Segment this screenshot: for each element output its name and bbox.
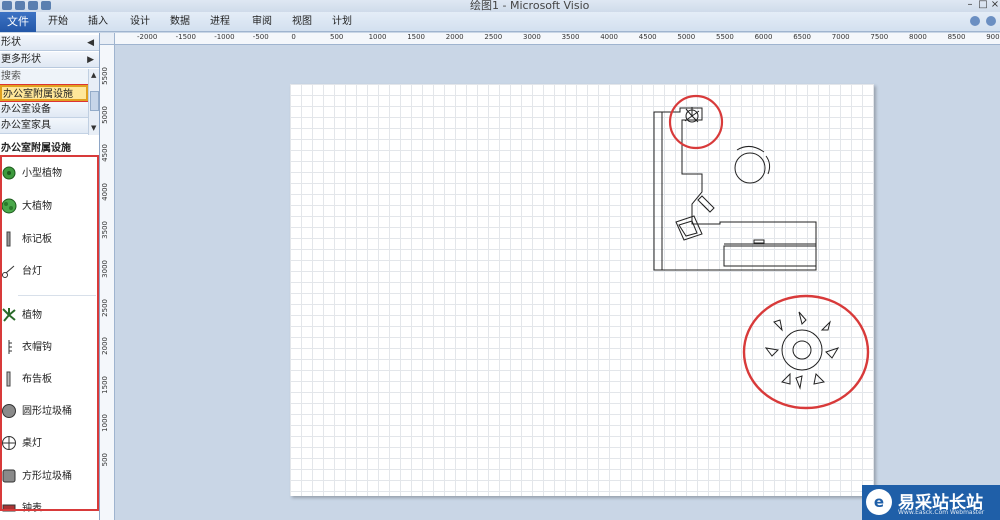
ruler-tick-label: 3000 [523, 33, 541, 41]
undo-icon[interactable] [28, 1, 38, 10]
ruler-tick-label: 5000 [101, 105, 109, 124]
ruler-tick-label: 1000 [101, 414, 109, 433]
shapes-panel-header[interactable]: 形状 ◀ [0, 35, 99, 51]
round-chair [734, 146, 771, 184]
redo-icon[interactable] [41, 1, 51, 10]
ruler-tick-label: 1500 [101, 375, 109, 394]
ruler-tick-label: 3500 [561, 33, 580, 41]
watermark-badge: e 易采站长站 Www.Easck.Com Webmaster [862, 485, 1000, 520]
ruler-tick-label: 2000 [445, 33, 464, 41]
scroll-up-icon[interactable]: ▲ [91, 71, 96, 79]
ruler-tick-label: -1000 [214, 33, 235, 41]
ruler-tick-label: 2500 [484, 33, 503, 41]
ruler-tick-label: 8000 [909, 33, 927, 41]
desk-chair [675, 215, 703, 241]
scroll-down-icon[interactable]: ▼ [91, 124, 96, 132]
watermark-sub: Www.Easck.Com Webmaster [898, 509, 985, 516]
maximize-button[interactable]: □ [977, 0, 989, 10]
annotation-highlight-box [0, 155, 99, 511]
title-bar: 绘图1 - Microsoft Visio – □ × [0, 0, 1000, 12]
search-shapes-item[interactable]: 搜索 [0, 69, 88, 85]
ruler-tick-label: 2500 [101, 298, 109, 317]
ruler-tick-label: 9000 [986, 33, 1000, 41]
tab-insert[interactable]: 插入 [84, 12, 112, 32]
minimize-button[interactable]: – [964, 0, 976, 10]
search-label: 搜索 [1, 71, 21, 82]
ruler-tick-label: 4500 [101, 144, 109, 163]
ruler-tick-label: 0 [291, 33, 296, 41]
shapes-panel-title: 形状 [1, 37, 21, 48]
tab-plan[interactable]: 计划 [328, 12, 356, 32]
ruler-tick-label: 7000 [831, 33, 850, 41]
ruler-tick-label: 4000 [101, 182, 109, 201]
more-shapes-item[interactable]: 更多形状 ▶ [0, 52, 99, 68]
vertical-ruler: 5500 5000 4500 4000 3500 3000 2500 2000 1500 1000… [100, 45, 115, 520]
ruler-tick-label: 5500 [716, 33, 734, 41]
ruler-tick-label: 500 [101, 453, 109, 467]
ruler-tick-label: 1500 [407, 33, 426, 41]
ruler-tick-label: 500 [330, 33, 344, 41]
stencil-list: 办公室附属设施 办公室设备 办公室家具 [0, 84, 89, 134]
ruler-tick-label: -500 [252, 33, 269, 41]
ruler-tick-label: -2000 [137, 33, 158, 41]
help-icon[interactable] [986, 16, 996, 26]
ribbon-right-controls [970, 16, 996, 26]
drawing-page[interactable] [290, 84, 874, 496]
window-title: 绘图1 - Microsoft Visio [470, 0, 590, 12]
minimize-ribbon-icon[interactable] [970, 16, 980, 26]
tab-view[interactable]: 视图 [288, 12, 316, 32]
visio-logo-icon [2, 1, 12, 10]
stencil-office-accessories[interactable]: 办公室附属设施 [0, 84, 89, 102]
tab-file[interactable]: 文件 [0, 12, 36, 32]
annotation-circle-large [742, 294, 870, 410]
tab-home[interactable]: 开始 [44, 12, 72, 32]
annotation-circle-small [668, 94, 724, 150]
tab-review[interactable]: 审阅 [248, 12, 276, 32]
close-button[interactable]: × [989, 0, 1000, 10]
collapse-left-icon[interactable]: ◀ [87, 35, 94, 50]
ribbon-tabs: 文件 开始 插入 设计 数据 进程 审阅 视图 计划 [0, 12, 1000, 32]
stencil-scrollbar[interactable]: ▲ ▼ [88, 69, 99, 135]
ruler-tick-label: 3000 [101, 260, 109, 278]
ruler-tick-label: 7500 [870, 33, 889, 41]
ruler-tick-label: 1000 [368, 33, 387, 41]
tab-design[interactable]: 设计 [126, 12, 154, 32]
tab-process[interactable]: 进程 [206, 12, 234, 32]
quick-access-toolbar [0, 0, 51, 12]
ruler-tick-label: -1500 [175, 33, 196, 41]
ruler-tick-label: 6000 [754, 33, 773, 41]
scroll-thumb[interactable] [90, 91, 99, 111]
floor-plan-drawing [653, 94, 870, 410]
ruler-corner [100, 33, 115, 45]
chevron-right-icon: ▶ [87, 55, 94, 65]
section-title: 办公室附属设施 [1, 143, 71, 154]
ruler-tick-label: 4000 [600, 33, 619, 41]
ruler-tick-label: 8500 [947, 33, 966, 41]
horizontal-ruler: -2000 -1500 -1000 -500 0 500 1000 1500 2000 2500 3… [115, 33, 1000, 45]
ruler-tick-label: 3500 [101, 221, 109, 240]
ruler-tick-label: 5500 [101, 67, 109, 85]
more-shapes-label: 更多形状 [1, 54, 41, 65]
ruler-tick-label: 2000 [101, 337, 109, 356]
large-plant [764, 311, 840, 390]
save-icon[interactable] [15, 1, 25, 10]
tab-data[interactable]: 数据 [166, 12, 194, 32]
watermark-logo-icon: e [866, 489, 892, 515]
stencil-office-equipment[interactable]: 办公室设备 [0, 102, 88, 118]
computer-monitor [697, 195, 715, 213]
ruler-tick-label: 6500 [793, 33, 812, 41]
shapes-panel: 形状 ◀ 更多形状 ▶ 搜索 办公室附属设施 办公室设备 办公室家具 ▲ ▼ 办… [0, 33, 100, 520]
l-shaped-desk [653, 107, 817, 271]
ruler-tick-label: 5000 [677, 33, 696, 41]
stencil-office-furniture[interactable]: 办公室家具 [0, 118, 88, 134]
ruler-tick-label: 4500 [638, 33, 657, 41]
drawing-canvas[interactable] [116, 46, 1000, 520]
